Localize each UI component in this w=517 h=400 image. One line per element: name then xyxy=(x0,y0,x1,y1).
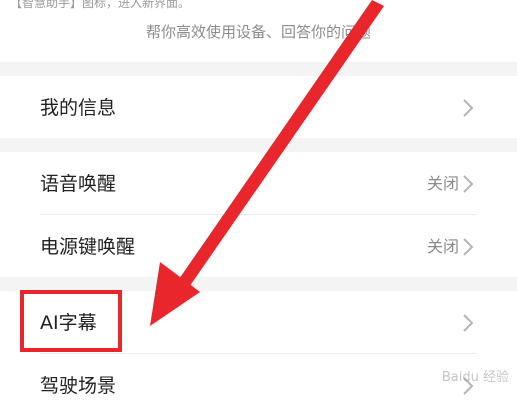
annotation-arrow xyxy=(150,0,384,326)
settings-screen: 【智慧助手】图标，进入新界面。 帮你高效使用设备、回答你的问题 我的信息 语音唤… xyxy=(0,0,517,400)
watermark: Baidu 经验 xyxy=(441,370,509,385)
